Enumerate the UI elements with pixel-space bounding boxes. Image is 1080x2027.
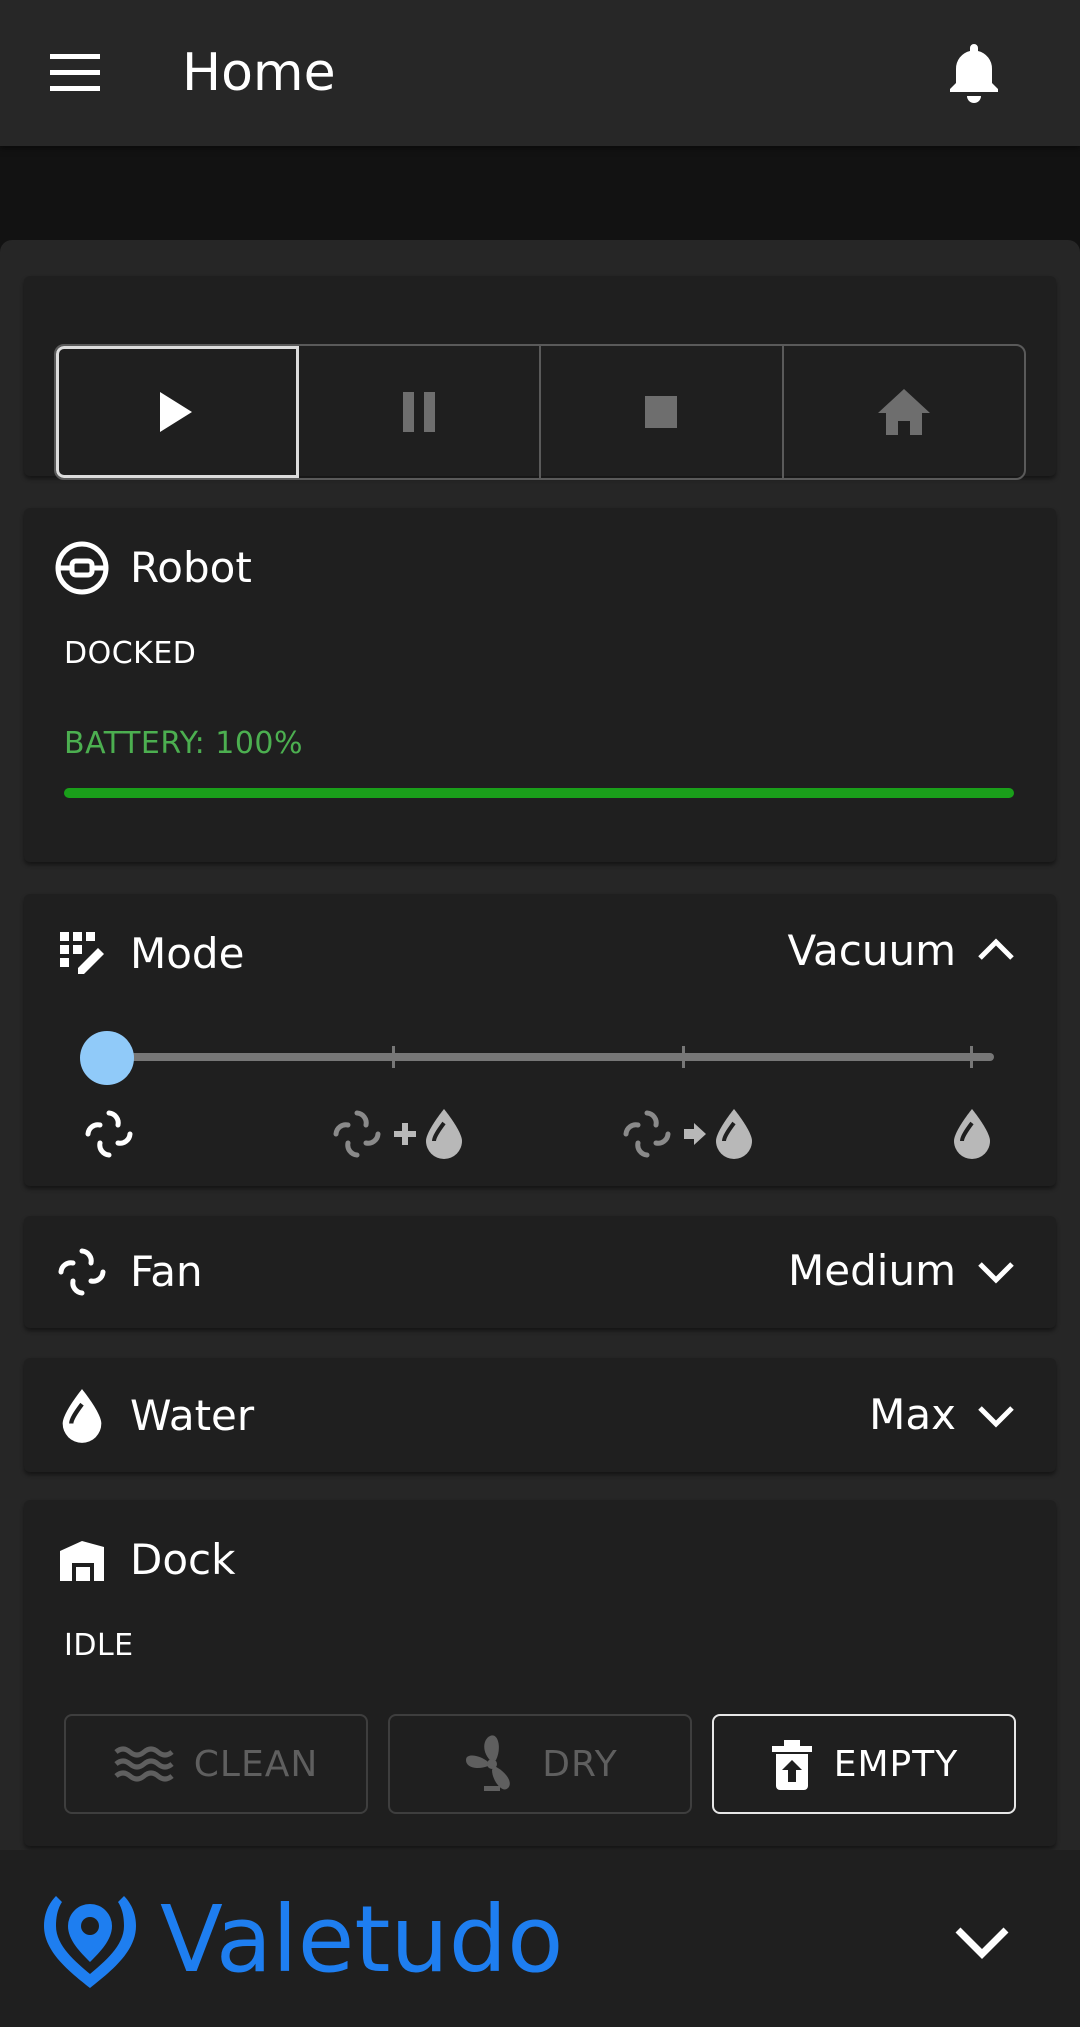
battery-bar	[64, 788, 1014, 798]
valetudo-logo-icon	[40, 1892, 140, 1992]
dock-dry-label: DRY	[542, 1743, 618, 1785]
vacuum-then-mop-icon	[618, 1104, 754, 1164]
dock-header: Dock	[52, 1530, 235, 1590]
dock-empty-label: EMPTY	[833, 1743, 959, 1785]
chevron-down-icon[interactable]	[950, 1910, 1014, 1974]
dock-dry-button[interactable]: DRY	[388, 1714, 692, 1814]
waves-icon	[114, 1746, 174, 1782]
water-value: Max	[869, 1390, 956, 1439]
app-bar: Home	[0, 0, 1080, 146]
trash-upload-icon	[771, 1740, 812, 1790]
vacuum-mode-icon	[80, 1104, 138, 1164]
dock-card: Dock IDLE CLEAN DRY EMPTY	[24, 1500, 1056, 1846]
fan-card[interactable]: Fan Medium	[24, 1216, 1056, 1328]
bottom-bar: Valetudo	[0, 1850, 1080, 2027]
dock-clean-label: CLEAN	[193, 1743, 319, 1785]
water-drop-icon	[52, 1386, 112, 1446]
stop-button[interactable]	[541, 346, 784, 478]
control-button-group	[54, 344, 1026, 480]
mode-header[interactable]: Mode	[52, 924, 244, 984]
dock-empty-button[interactable]: EMPTY	[712, 1714, 1016, 1814]
chevron-up-icon[interactable]	[976, 930, 1016, 970]
mode-value: Vacuum	[787, 926, 956, 975]
vacuum-and-mop-icon	[328, 1104, 464, 1164]
pause-icon	[402, 392, 435, 432]
water-title: Water	[130, 1391, 255, 1440]
robot-icon	[52, 538, 112, 598]
fan-header: Fan	[52, 1242, 203, 1302]
menu-icon[interactable]	[46, 50, 106, 96]
battery-bar-fill	[64, 788, 1014, 798]
fan-title: Fan	[130, 1247, 203, 1296]
battery-label: BATTERY: 100%	[64, 726, 304, 761]
mode-title: Mode	[130, 929, 245, 978]
water-header: Water	[52, 1386, 254, 1446]
dock-status: IDLE	[64, 1628, 134, 1663]
mode-icon	[52, 924, 112, 984]
play-icon	[160, 392, 193, 432]
dock-clean-button[interactable]: CLEAN	[64, 1714, 368, 1814]
stop-icon	[645, 396, 678, 428]
mode-card: Mode Vacuum	[24, 894, 1056, 1186]
robot-status: DOCKED	[64, 636, 197, 671]
chevron-down-icon[interactable]	[976, 1252, 1016, 1292]
bell-icon[interactable]	[944, 40, 1004, 106]
fan-icon	[52, 1242, 112, 1302]
dock-title: Dock	[130, 1535, 236, 1584]
page-title: Home	[182, 43, 336, 103]
control-card	[24, 276, 1056, 480]
water-card[interactable]: Water Max	[24, 1358, 1056, 1472]
content-sheet: Robot DOCKED BATTERY: 100% Mode Vacuum F…	[0, 240, 1080, 1860]
robot-header: Robot	[52, 538, 252, 598]
robot-title: Robot	[130, 543, 252, 592]
home-icon	[877, 389, 930, 435]
slider-tick	[392, 1046, 395, 1068]
slider-tick	[682, 1046, 685, 1068]
mode-slider-thumb[interactable]	[80, 1031, 134, 1085]
chevron-down-icon[interactable]	[976, 1396, 1016, 1436]
fan-dry-icon	[466, 1735, 511, 1791]
brand-name: Valetudo	[160, 1886, 564, 1993]
slider-tick	[970, 1046, 973, 1068]
pause-button[interactable]	[299, 346, 541, 478]
mop-mode-icon	[952, 1104, 992, 1164]
mode-slider-rail[interactable]	[130, 1053, 994, 1061]
home-button[interactable]	[784, 346, 1025, 478]
fan-value: Medium	[788, 1246, 956, 1295]
play-button[interactable]	[56, 346, 299, 478]
dock-icon	[52, 1530, 112, 1590]
robot-card: Robot DOCKED BATTERY: 100%	[24, 508, 1056, 862]
